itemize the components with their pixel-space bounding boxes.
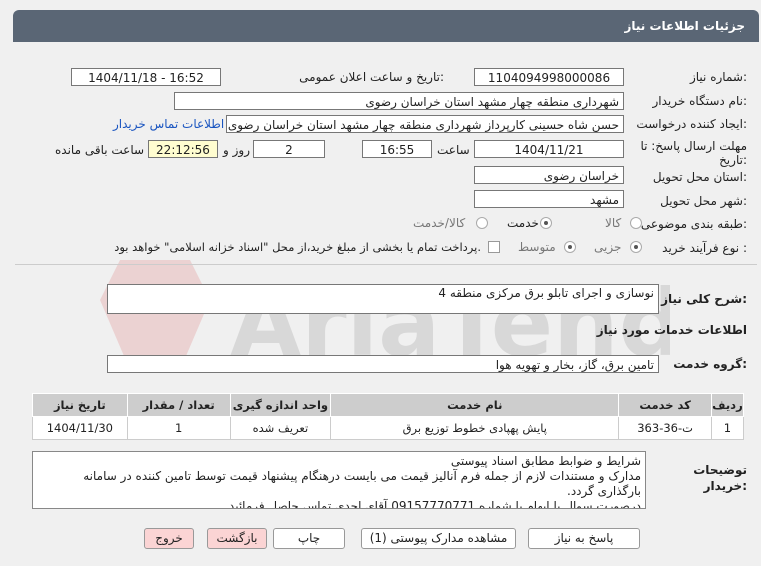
- back-button[interactable]: بازگشت: [207, 528, 267, 549]
- cell-service-name: پایش پهپادی خطوط توزیع برق: [330, 416, 620, 440]
- service-group-field[interactable]: تامین برق، گاز، بخار و تهویه هوا: [107, 355, 659, 373]
- divider: [15, 264, 757, 265]
- print-button[interactable]: چاپ: [273, 528, 345, 549]
- header-bar: جزئیات اطلاعات نیاز: [13, 10, 759, 42]
- page-title: جزئیات اطلاعات نیاز: [624, 19, 745, 33]
- category-option-service: خدمت: [507, 216, 539, 230]
- remaining-time-label: ساعت باقی مانده: [55, 143, 145, 157]
- process-option-medium: متوسط: [518, 240, 556, 254]
- services-section-title: اطلاعات خدمات مورد نیاز: [596, 323, 747, 337]
- city-field[interactable]: مشهد: [474, 190, 624, 208]
- need-number-field[interactable]: 1104094998000086: [474, 68, 624, 86]
- column-header-need-date: تاریخ نیاز: [32, 393, 128, 417]
- service-group-label: گروه خدمت:: [673, 357, 747, 371]
- column-header-unit: واحد اندازه گیری: [229, 393, 332, 417]
- reply-button[interactable]: پاسخ به نیاز: [528, 528, 640, 549]
- days-label: روز و: [223, 143, 250, 157]
- creator-label: ایجاد کننده درخواست:: [636, 117, 747, 131]
- buyer-notes-line: شرایط و ضوابط مطابق اسناد پیوستی: [450, 454, 641, 468]
- buyer-notes-label-2: خریدار:: [703, 479, 747, 493]
- cell-row-number: 1: [710, 416, 745, 440]
- buyer-org-field[interactable]: شهرداری منطقه چهار مشهد استان خراسان رضو…: [174, 92, 624, 110]
- services-table: ردیف کد خدمت نام خدمت واحد اندازه گیری ت…: [32, 393, 745, 440]
- deadline-time-field[interactable]: 16:55: [362, 140, 432, 158]
- column-header-service-name: نام خدمت: [330, 393, 620, 417]
- process-option-minor: جزیی: [594, 240, 622, 254]
- process-radio-minor[interactable]: [630, 241, 642, 253]
- city-label: شهر محل تحویل:: [660, 194, 747, 208]
- description-label: شرح کلی نیاز:: [661, 292, 747, 306]
- category-radio-service[interactable]: [540, 217, 552, 229]
- cell-unit: تعریف شده: [229, 416, 332, 440]
- deadline-time-label: ساعت: [437, 143, 470, 157]
- buyer-contact-link[interactable]: اطلاعات تماس خریدار: [113, 117, 224, 131]
- need-number-label: شماره نیاز:: [689, 70, 747, 84]
- buyer-notes-line: مدارک و مستندات لازم از جمله فرم آنالیز …: [83, 469, 641, 498]
- buyer-notes-field[interactable]: شرایط و ضوابط مطابق اسناد پیوستی مدارک و…: [32, 451, 646, 509]
- process-radio-medium[interactable]: [564, 241, 576, 253]
- category-label: طبقه بندی موضوعی:: [640, 217, 747, 231]
- category-radio-goods[interactable]: [630, 217, 642, 229]
- cell-service-code: ت-36-363: [618, 416, 712, 440]
- days-remaining-field[interactable]: 2: [253, 140, 325, 158]
- buyer-notes-label: توضیحات: [693, 463, 747, 477]
- category-option-goods: کالا: [605, 216, 622, 230]
- deadline-date-field[interactable]: 1404/11/21: [474, 140, 624, 158]
- table-header-row: ردیف کد خدمت نام خدمت واحد اندازه گیری ت…: [32, 393, 745, 417]
- process-label: نوع فرآیند خرید :: [662, 241, 747, 255]
- cell-need-date: 1404/11/30: [32, 416, 128, 440]
- creator-field[interactable]: حسن شاه حسینی کارپرداز شهرداری منطقه چها…: [226, 115, 624, 133]
- remaining-time-field[interactable]: 22:12:56: [148, 140, 218, 158]
- column-header-quantity: تعداد / مقدار: [126, 393, 231, 417]
- description-field[interactable]: نوسازی و اجرای تابلو برق مرکزی منطقه 4: [107, 284, 659, 314]
- province-field[interactable]: خراسان رضوی: [474, 166, 624, 184]
- treasury-checkbox[interactable]: [488, 241, 500, 253]
- table-row[interactable]: 1 ت-36-363 پایش پهپادی خطوط توزیع برق تع…: [32, 416, 745, 440]
- deadline-label-date: تاریخ:: [719, 153, 747, 167]
- category-radio-goods-service[interactable]: [476, 217, 488, 229]
- category-option-goods-service: کالا/خدمت: [413, 216, 466, 230]
- province-label: استان محل تحویل:: [652, 170, 747, 184]
- announce-date-field[interactable]: 1404/11/18 - 16:52: [71, 68, 221, 86]
- treasury-note: پرداخت تمام یا بخشی از مبلغ خرید،از محل …: [114, 240, 481, 254]
- column-header-row-number: ردیف: [710, 393, 745, 417]
- announce-date-label: تاریخ و ساعت اعلان عمومی:: [299, 70, 444, 84]
- buyer-org-label: نام دستگاه خریدار:: [652, 94, 748, 108]
- buyer-notes-line: درصورت سوال یا ابهام با شماره 0915777077…: [225, 499, 641, 509]
- cell-quantity: 1: [126, 416, 231, 440]
- deadline-label: مهلت ارسال پاسخ: تا: [640, 139, 747, 153]
- exit-button[interactable]: خروج: [144, 528, 194, 549]
- column-header-service-code: کد خدمت: [618, 393, 712, 417]
- view-documents-button[interactable]: مشاهده مدارک پیوستی (1): [361, 528, 516, 549]
